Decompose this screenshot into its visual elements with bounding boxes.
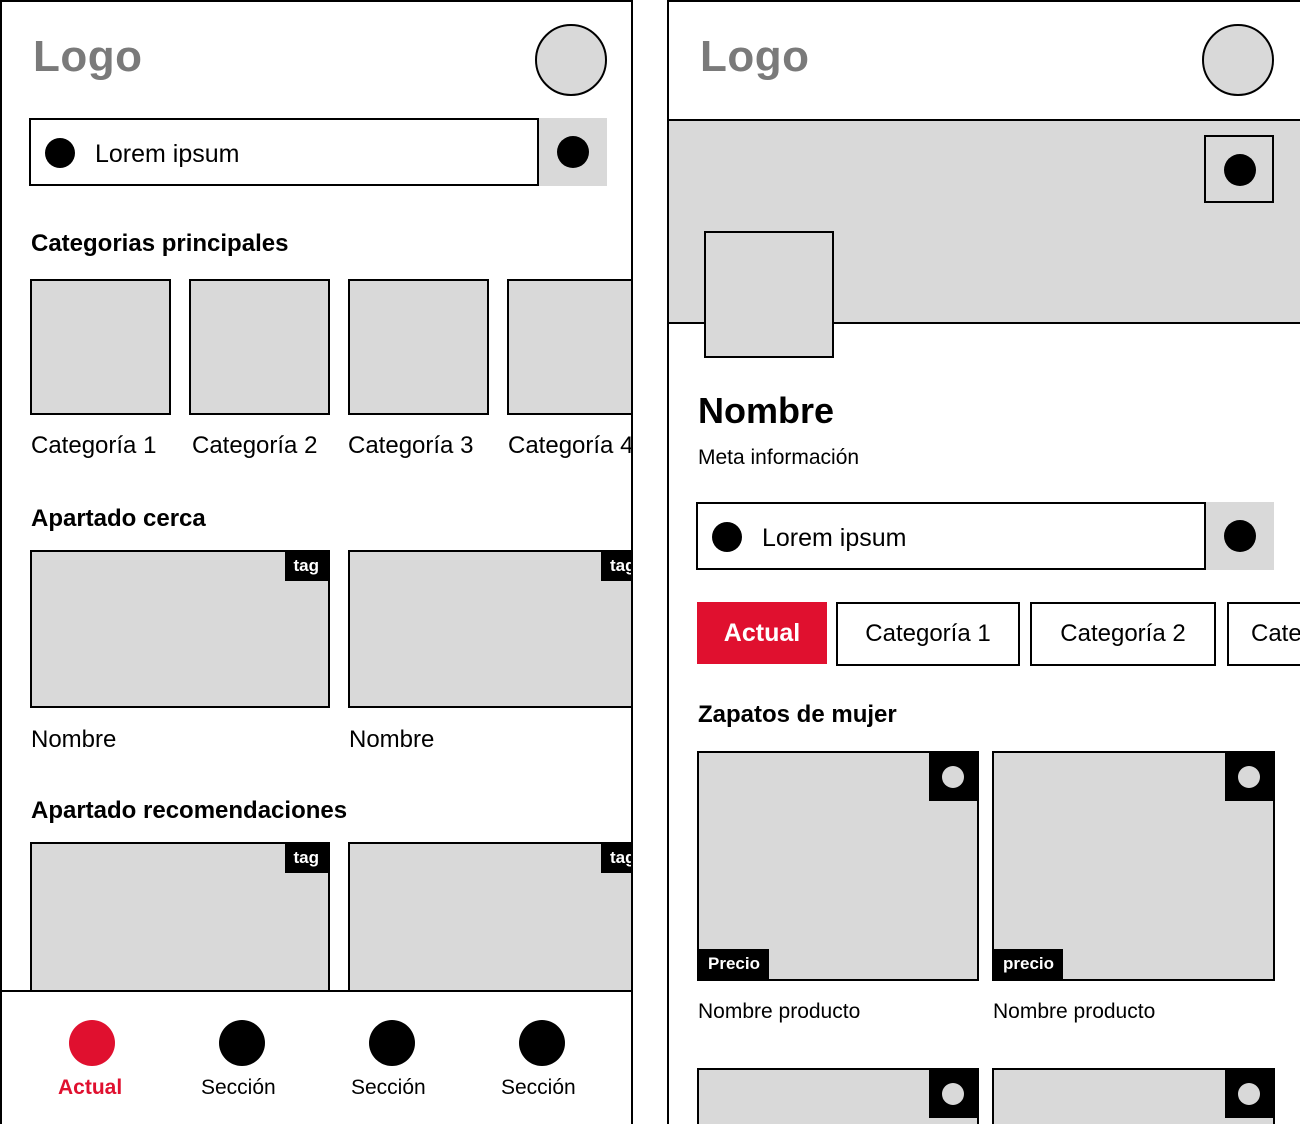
- nearby-title: Apartado cerca: [31, 505, 206, 532]
- price-tag: Precio: [699, 949, 769, 979]
- nav-item-section[interactable]: Sección: [342, 1012, 442, 1112]
- avatar[interactable]: [1202, 24, 1274, 96]
- store-name: Nombre: [698, 390, 835, 431]
- search-button-icon: [1224, 520, 1256, 552]
- category-label: Categoría 1: [31, 432, 157, 459]
- category-label: Categoría 4: [508, 432, 633, 459]
- store-screen: Logo Nombre Meta información Lorem ipsum…: [667, 0, 1300, 1124]
- nav-label: Sección: [501, 1076, 576, 1099]
- section-icon: [519, 1020, 565, 1066]
- card-tag: tag: [284, 552, 328, 581]
- recommend-card[interactable]: tag: [30, 842, 330, 1002]
- category-label: Categoría 3: [348, 432, 474, 459]
- category-label: Categoría 2: [192, 432, 318, 459]
- nav-label: Sección: [351, 1076, 426, 1099]
- nav-label: Actual: [58, 1076, 123, 1099]
- category-thumb[interactable]: [348, 279, 489, 415]
- banner-action-icon: [1224, 154, 1256, 186]
- chip-actual[interactable]: Actual: [697, 602, 827, 664]
- search-icon: [45, 138, 75, 168]
- nav-item-actual[interactable]: Actual: [42, 1012, 142, 1112]
- favorite-icon[interactable]: [929, 753, 977, 801]
- favorite-icon[interactable]: [1225, 1070, 1273, 1118]
- product-card[interactable]: precio: [992, 751, 1275, 981]
- section-icon: [219, 1020, 265, 1066]
- home-screen: Logo Lorem ipsum Categorias principales …: [0, 0, 633, 1124]
- card-tag: tag: [284, 844, 328, 873]
- logo: Logo: [700, 32, 810, 81]
- store-avatar: [704, 231, 834, 358]
- section-title: Zapatos de mujer: [698, 701, 897, 728]
- nearby-card-name: Nombre: [31, 726, 117, 753]
- avatar[interactable]: [535, 24, 607, 96]
- search-button[interactable]: [1204, 502, 1274, 570]
- product-card[interactable]: [697, 1068, 979, 1124]
- categories-title: Categorias principales: [31, 230, 289, 257]
- chip-category[interactable]: Categoría 2: [1030, 602, 1216, 666]
- card-tag: tag: [601, 844, 631, 873]
- search-input[interactable]: Lorem ipsum: [762, 524, 907, 553]
- search-icon: [712, 522, 742, 552]
- search-input[interactable]: Lorem ipsum: [95, 140, 240, 169]
- product-card[interactable]: Precio: [697, 751, 979, 981]
- nav-label: Sección: [201, 1076, 276, 1099]
- nearby-card[interactable]: tag: [348, 550, 631, 708]
- nav-item-section[interactable]: Sección: [192, 1012, 292, 1112]
- search-bar[interactable]: Lorem ipsum: [29, 118, 607, 186]
- category-thumb[interactable]: [189, 279, 330, 415]
- search-bar[interactable]: Lorem ipsum: [696, 502, 1274, 570]
- logo: Logo: [33, 32, 143, 81]
- product-card[interactable]: [992, 1068, 1275, 1124]
- product-name: Nombre producto: [698, 1000, 861, 1023]
- recommend-title: Apartado recomendaciones: [31, 797, 348, 824]
- nearby-card-name: Nombre: [349, 726, 435, 753]
- favorite-icon[interactable]: [1225, 753, 1273, 801]
- store-meta: Meta información: [698, 446, 860, 469]
- card-tag: tag: [601, 552, 631, 581]
- chip-category[interactable]: Categoría 3: [1227, 602, 1300, 666]
- category-thumb[interactable]: [30, 279, 171, 415]
- nearby-card[interactable]: tag: [30, 550, 330, 708]
- category-thumb[interactable]: [507, 279, 631, 415]
- favorite-icon[interactable]: [929, 1070, 977, 1118]
- recommend-card[interactable]: tag: [348, 842, 631, 1002]
- bottom-nav: Actual Sección Sección Sección: [2, 990, 631, 1124]
- banner-action-button[interactable]: [1204, 135, 1274, 203]
- chip-category[interactable]: Categoría 1: [836, 602, 1020, 666]
- nav-item-section[interactable]: Sección: [492, 1012, 592, 1112]
- home-icon: [69, 1020, 115, 1066]
- search-button[interactable]: [537, 118, 607, 186]
- section-icon: [369, 1020, 415, 1066]
- price-tag: precio: [994, 949, 1064, 979]
- product-name: Nombre producto: [993, 1000, 1156, 1023]
- search-button-icon: [557, 136, 589, 168]
